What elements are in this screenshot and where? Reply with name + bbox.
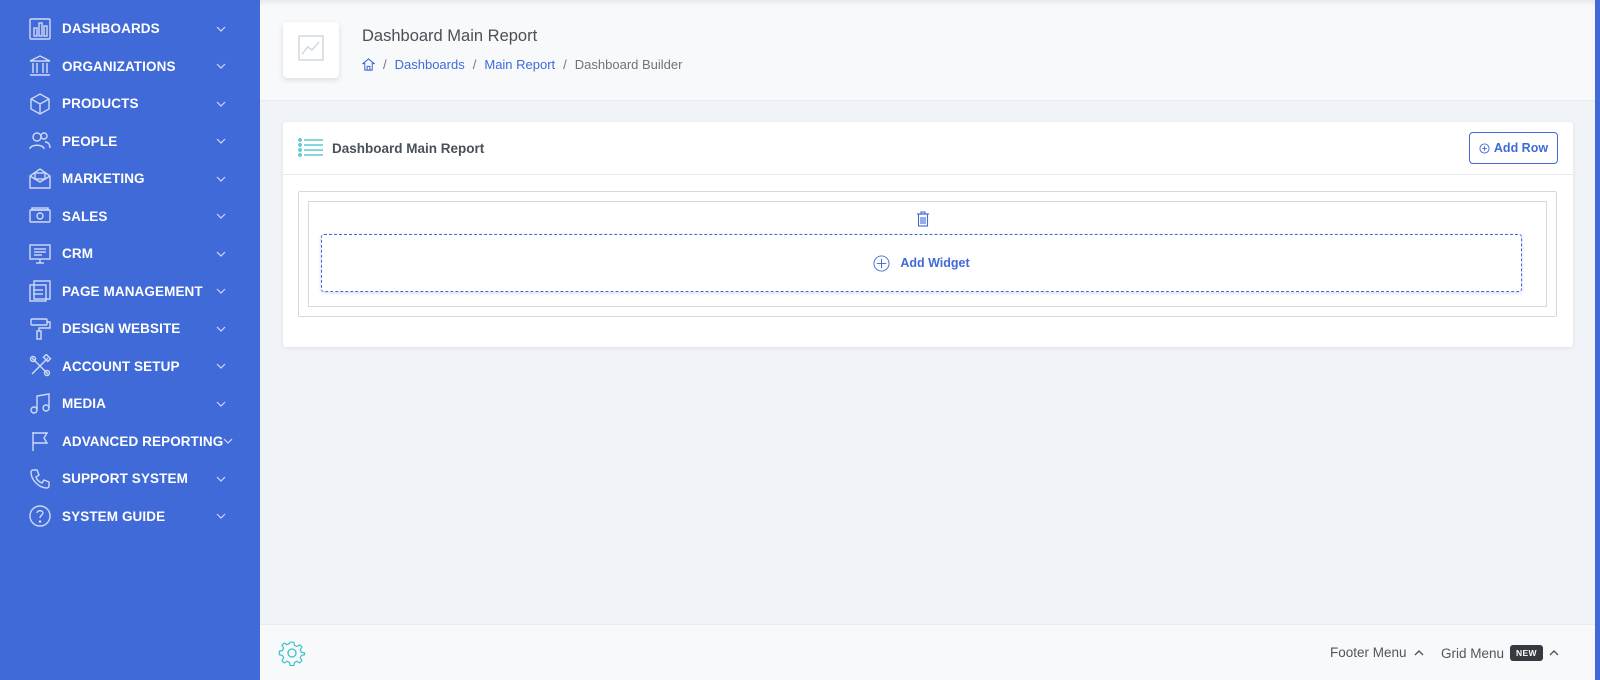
chevron-down-icon bbox=[216, 286, 226, 296]
chevron-down-icon bbox=[216, 99, 226, 109]
sidebar-item-products[interactable]: PRODUCTS bbox=[0, 85, 260, 123]
sidebar-item-label: PAGE MANAGEMENT bbox=[62, 283, 203, 299]
music-note-icon bbox=[28, 392, 52, 416]
sidebar-item-label: MEDIA bbox=[62, 396, 106, 412]
chevron-down-icon bbox=[216, 61, 226, 71]
sidebar-item-label: ORGANIZATIONS bbox=[62, 58, 176, 74]
sidebar-item-dashboards[interactable]: DASHBOARDS bbox=[0, 10, 260, 48]
sidebar-item-label: ADVANCED REPORTING bbox=[62, 433, 224, 449]
chevron-down-icon bbox=[216, 399, 226, 409]
add-row-label: Add Row bbox=[1493, 141, 1549, 155]
sidebar-item-label: MARKETING bbox=[62, 171, 145, 187]
grid-menu-label: Grid Menu bbox=[1441, 645, 1505, 661]
chevron-down-icon bbox=[216, 324, 226, 334]
plus-circle-icon bbox=[873, 254, 890, 272]
sidebar-item-page-management[interactable]: PAGE MANAGEMENT bbox=[0, 273, 260, 311]
sidebar-item-design-website[interactable]: DESIGN WEBSITE bbox=[0, 310, 260, 348]
sidebar-item-account-setup[interactable]: ACCOUNT SETUP bbox=[0, 348, 260, 386]
chevron-down-icon bbox=[216, 474, 226, 484]
chevron-down-icon bbox=[216, 174, 226, 184]
line-chart-icon bbox=[298, 34, 324, 66]
users-icon bbox=[28, 129, 52, 153]
flag-icon bbox=[28, 429, 52, 453]
chevron-down-icon bbox=[216, 211, 226, 221]
breadcrumb-separator: / bbox=[383, 57, 387, 72]
sidebar-item-label: DESIGN WEBSITE bbox=[62, 321, 181, 337]
chevron-down-icon bbox=[223, 436, 233, 446]
chevron-down-icon bbox=[216, 24, 226, 34]
sidebar-item-label: ACCOUNT SETUP bbox=[62, 358, 180, 374]
card-header: Dashboard Main Report Add Row bbox=[283, 122, 1573, 175]
tools-icon bbox=[28, 354, 52, 378]
chevron-down-icon bbox=[216, 361, 226, 371]
breadcrumb-current: Dashboard Builder bbox=[574, 57, 683, 72]
dashboard-row: Add Widget bbox=[298, 191, 1557, 317]
sidebar-item-marketing[interactable]: MARKETING bbox=[0, 160, 260, 198]
plus-circle-icon bbox=[1479, 142, 1490, 154]
sidebar-item-label: SUPPORT SYSTEM bbox=[62, 471, 188, 487]
footer-menu-toggle[interactable]: Footer Menu bbox=[1330, 645, 1424, 660]
help-circle-icon bbox=[28, 504, 52, 528]
sidebar-item-sales[interactable]: SALES bbox=[0, 198, 260, 236]
sidebar-item-label: PRODUCTS bbox=[62, 96, 139, 112]
phone-icon bbox=[28, 467, 52, 491]
home-icon[interactable] bbox=[362, 58, 375, 71]
trash-icon[interactable] bbox=[916, 211, 930, 227]
sidebar-item-label: SALES bbox=[62, 208, 108, 224]
sidebar-item-support-system[interactable]: SUPPORT SYSTEM bbox=[0, 460, 260, 498]
breadcrumb-link-main-report[interactable]: Main Report bbox=[484, 57, 555, 72]
paint-roller-icon bbox=[28, 317, 52, 341]
chevron-down-icon bbox=[216, 511, 226, 521]
card-title: Dashboard Main Report bbox=[332, 140, 485, 156]
sidebar-item-media[interactable]: MEDIA bbox=[0, 385, 260, 423]
sidebar-item-label: SYSTEM GUIDE bbox=[62, 508, 166, 524]
list-icon bbox=[298, 137, 324, 159]
breadcrumb: / Dashboards / Main Report / Dashboard B… bbox=[362, 57, 682, 72]
page-header: Dashboard Main Report / Dashboards / Mai… bbox=[260, 0, 1600, 101]
chevron-down-icon bbox=[216, 136, 226, 146]
bank-icon bbox=[28, 54, 52, 78]
new-badge: NEW bbox=[1510, 645, 1543, 661]
sidebar-item-people[interactable]: PEOPLE bbox=[0, 123, 260, 161]
gear-icon[interactable] bbox=[278, 639, 306, 667]
grid-menu-toggle[interactable]: Grid Menu NEW bbox=[1441, 645, 1559, 661]
bar-chart-icon bbox=[28, 17, 52, 41]
sidebar: DASHBOARDS ORGANIZATIONS PRODUCTS PEOPLE… bbox=[0, 0, 260, 680]
sidebar-item-advanced-reporting[interactable]: ADVANCED REPORTING bbox=[0, 423, 260, 461]
add-row-button[interactable]: Add Row bbox=[1469, 132, 1558, 164]
pages-icon bbox=[28, 279, 52, 303]
page-title: Dashboard Main Report bbox=[362, 27, 538, 45]
dashboard-builder-card: Dashboard Main Report Add Row Add Widget bbox=[283, 122, 1573, 347]
breadcrumb-link-dashboards[interactable]: Dashboards bbox=[395, 57, 465, 72]
box-icon bbox=[28, 92, 52, 116]
add-widget-label: Add Widget bbox=[900, 256, 970, 270]
chevron-up-icon bbox=[1549, 648, 1559, 658]
right-edge-strip bbox=[1595, 0, 1600, 680]
chevron-down-icon bbox=[216, 249, 226, 259]
breadcrumb-separator: / bbox=[563, 57, 567, 72]
sidebar-item-label: CRM bbox=[62, 246, 94, 262]
monitor-icon bbox=[28, 242, 52, 266]
footer-menu-label: Footer Menu bbox=[1330, 645, 1407, 660]
sidebar-item-crm[interactable]: CRM bbox=[0, 235, 260, 273]
chevron-up-icon bbox=[1414, 648, 1424, 658]
header-icon-box bbox=[283, 22, 339, 78]
dashboard-column: Add Widget bbox=[308, 201, 1547, 307]
sidebar-item-label: PEOPLE bbox=[62, 133, 118, 149]
sidebar-item-organizations[interactable]: ORGANIZATIONS bbox=[0, 48, 260, 86]
app-footer: Footer Menu Grid Menu NEW bbox=[260, 624, 1595, 680]
cash-icon bbox=[28, 204, 52, 228]
breadcrumb-separator: / bbox=[472, 57, 477, 72]
mail-open-icon bbox=[28, 167, 52, 191]
add-widget-button[interactable]: Add Widget bbox=[321, 234, 1522, 292]
sidebar-item-system-guide[interactable]: SYSTEM GUIDE bbox=[0, 498, 260, 536]
sidebar-item-label: DASHBOARDS bbox=[62, 21, 160, 37]
